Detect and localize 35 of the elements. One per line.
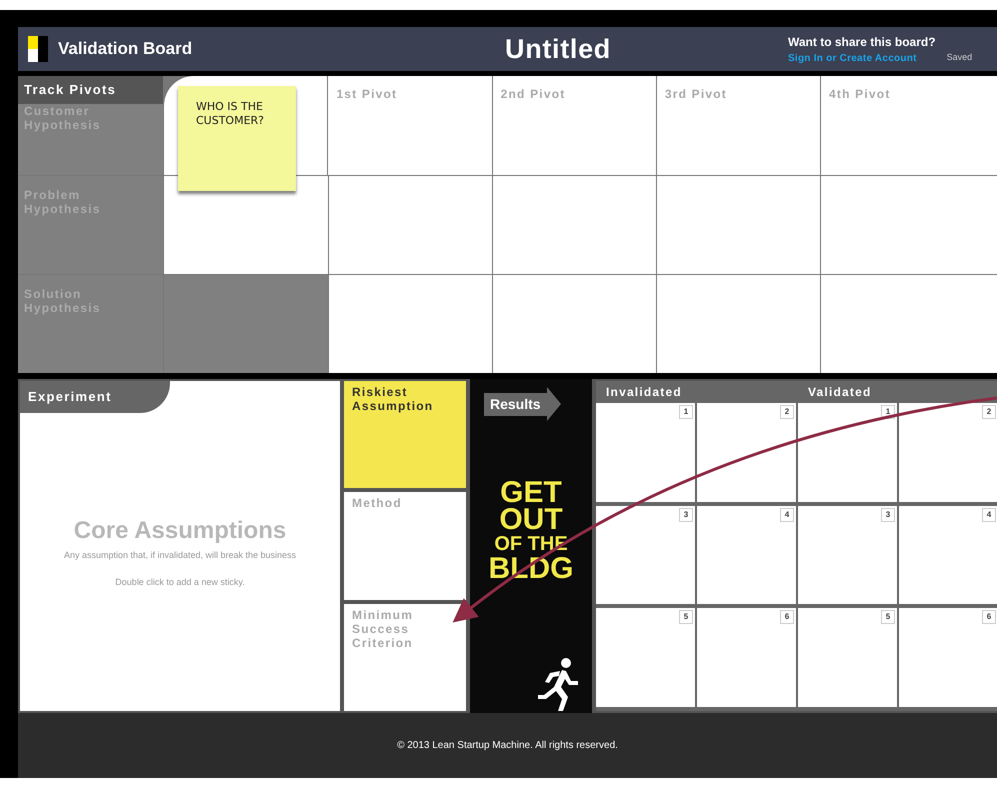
experiment-heading: Experiment — [20, 381, 170, 412]
running-person-icon — [536, 657, 580, 711]
step-label: Minimum Success Criterion — [352, 608, 414, 650]
slot-number: 4 — [780, 508, 794, 522]
step-label: Riskiest Assumption — [352, 385, 434, 413]
slot-number: 5 — [679, 610, 693, 624]
board-title: Untitled — [504, 32, 612, 66]
slot-number: 3 — [881, 508, 895, 522]
sticky-text: WHO IS THE CUSTOMER? — [196, 100, 266, 128]
results-heading: Validated — [807, 384, 872, 401]
pivot-heading: 4th Pivot — [829, 87, 891, 101]
add-sticky-hint: Double click to add a new sticky. — [115, 576, 245, 589]
results-heading: Invalidated — [605, 384, 683, 401]
slot-number: 1 — [881, 405, 895, 419]
pivot-heading: 3rd Pivot — [664, 87, 727, 101]
copyright: © 2013 Lean Startup Machine. All rights reserved. — [397, 739, 618, 753]
save-status: Saved — [946, 51, 972, 64]
logo-icon — [28, 36, 48, 62]
slot-number: 6 — [780, 610, 794, 624]
core-assumptions-subtitle: Any assumption that, if invalidated, will break the business — [64, 548, 296, 562]
slot-number: 4 — [982, 508, 996, 522]
core-assumptions-title: Core Assumptions — [74, 516, 286, 546]
slot-number: 1 — [679, 405, 693, 419]
slot-number: 6 — [982, 610, 996, 624]
share-prompt: Want to share this board? — [788, 34, 937, 50]
track-pivots-heading: Track Pivots — [18, 76, 164, 104]
slot-number: 2 — [780, 405, 794, 419]
pivot-heading: 2nd Pivot — [500, 87, 566, 101]
slot-number: 5 — [881, 610, 895, 624]
slot-number: 3 — [679, 508, 693, 522]
app-name: Validation Board — [58, 38, 192, 60]
step-label: Method — [352, 496, 403, 510]
pivot-heading: 1st Pivot — [336, 87, 398, 101]
sign-in-link[interactable]: Sign In or Create Account — [788, 50, 917, 66]
slot-number: 2 — [982, 405, 996, 419]
